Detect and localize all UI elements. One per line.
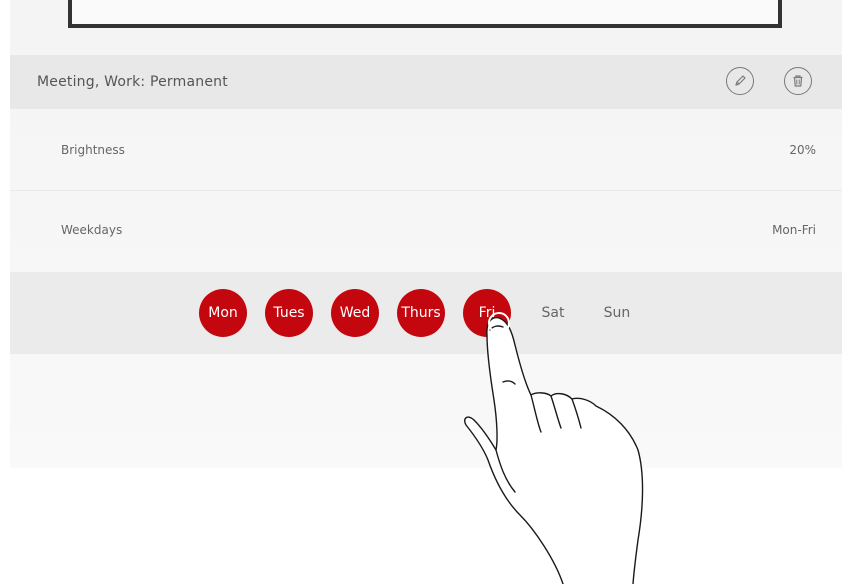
day-toggle-tues[interactable]: Tues (265, 289, 313, 337)
schedule-header: Meeting, Work: Permanent (10, 55, 842, 109)
brightness-row[interactable]: Brightness 20% (10, 110, 842, 191)
brightness-value: 20% (789, 143, 816, 157)
delete-button[interactable] (784, 67, 812, 95)
day-toggle-fri[interactable]: Fri (463, 289, 511, 337)
weekdays-row[interactable]: Weekdays Mon-Fri (10, 190, 842, 270)
preview-frame (68, 0, 782, 28)
edit-button[interactable] (726, 67, 754, 95)
day-toggle-sun[interactable]: Sun (593, 289, 641, 337)
schedule-panel: Meeting, Work: Permanent Brightness 20% … (10, 0, 842, 468)
brightness-label: Brightness (61, 143, 125, 157)
pencil-icon (735, 75, 746, 86)
day-toggle-mon[interactable]: Mon (199, 289, 247, 337)
schedule-title: Meeting, Work: Permanent (37, 74, 228, 90)
weekdays-value: Mon-Fri (772, 223, 816, 237)
trash-icon (793, 75, 803, 87)
day-toggle-thurs[interactable]: Thurs (397, 289, 445, 337)
day-toggle-sat[interactable]: Sat (529, 289, 577, 337)
day-toggle-wed[interactable]: Wed (331, 289, 379, 337)
weekdays-label: Weekdays (61, 223, 123, 237)
day-picker: Mon Tues Wed Thurs Fri Sat Sun (10, 272, 842, 354)
